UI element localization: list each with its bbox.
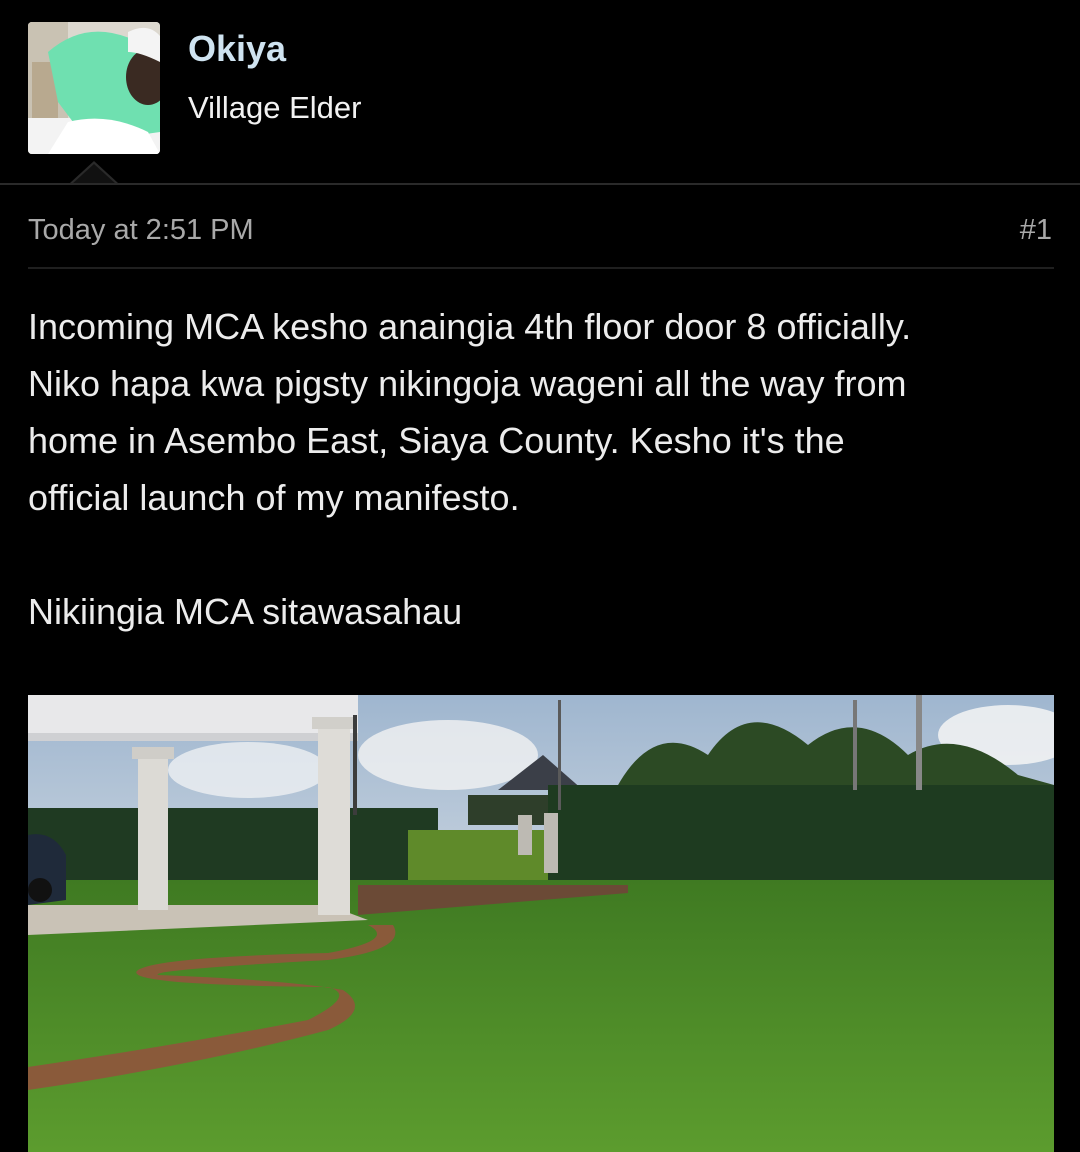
body-line: Niko hapa kwa pigsty nikingoja wageni al…: [28, 363, 907, 404]
author-title: Village Elder: [188, 90, 362, 125]
post-meta: Today at 2:51 PM #1: [28, 214, 1052, 254]
post-permalink[interactable]: #1: [1020, 214, 1052, 247]
body-line: official launch of my manifesto.: [28, 477, 520, 518]
body-line: home in Asembo East, Siaya County. Kesho…: [28, 420, 845, 461]
post-timestamp[interactable]: Today at 2:51 PM: [28, 214, 254, 247]
body-line: Incoming MCA kesho anaingia 4th floor do…: [28, 306, 912, 347]
meta-divider: [28, 267, 1054, 269]
post-header: Okiya Village Elder: [0, 0, 1080, 185]
attached-photo[interactable]: [28, 695, 1054, 1152]
message-pointer-inner: [72, 164, 116, 184]
header-divider: [0, 183, 1080, 185]
closing-line: Nikiingia MCA sitawasahau: [28, 591, 463, 632]
author-name[interactable]: Okiya: [188, 28, 286, 70]
post-body: Incoming MCA kesho anaingia 4th floor do…: [28, 298, 1058, 640]
avatar[interactable]: [28, 22, 160, 154]
